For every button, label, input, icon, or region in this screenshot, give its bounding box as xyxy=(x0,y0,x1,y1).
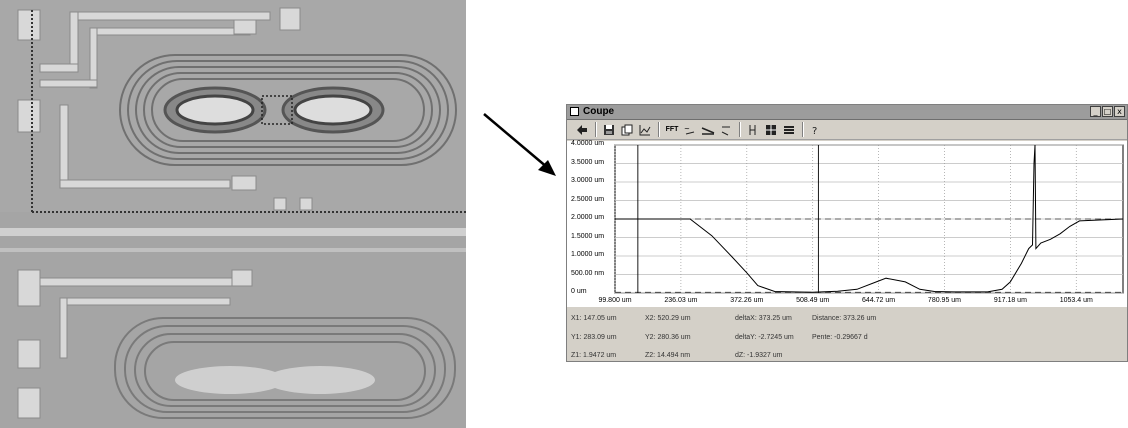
distance-readout: Distance: 373.26 um xyxy=(812,315,877,322)
y1-readout: Y1: 283.09 um xyxy=(571,334,617,341)
deltay-readout: deltaY: -2.7245 um xyxy=(735,334,794,341)
z2-readout: Z2: 14.494 nm xyxy=(645,352,691,359)
y-tick-label: 1.0000 um xyxy=(571,251,605,258)
toolbar-separator xyxy=(739,122,740,137)
maximize-button[interactable]: □ xyxy=(1102,106,1113,117)
x-tick-label: 644.72 um xyxy=(862,297,896,304)
window-title: Coupe xyxy=(583,106,615,117)
svg-text:~: ~ xyxy=(684,125,690,133)
svg-text:?: ? xyxy=(812,126,817,136)
x1-readout: X1: 147.05 um xyxy=(571,315,617,322)
close-button[interactable]: x xyxy=(1114,106,1125,117)
x-tick-label: 99.800 um xyxy=(598,297,632,304)
micrograph-drawing xyxy=(0,0,466,428)
x-tick-label: 780.95 um xyxy=(927,297,962,304)
x-tick-label: 917.18 um xyxy=(993,297,1027,304)
y-tick-label: 1.5000 um xyxy=(571,232,605,240)
filter-icon[interactable]: ~ xyxy=(683,122,697,138)
pointer-arrow xyxy=(483,113,556,176)
toolbar-separator xyxy=(658,122,659,137)
window-titlebar[interactable]: Coupe _ □ x xyxy=(567,105,1127,120)
z1-readout: Z1: 1.9472 um xyxy=(571,352,617,359)
y-tick-label: 3.5000 um xyxy=(571,158,605,166)
minimize-button[interactable]: _ xyxy=(1090,106,1101,117)
level-icon[interactable] xyxy=(719,122,733,138)
toolbar-separator xyxy=(595,122,596,137)
dz-readout: dZ: -1.9327 um xyxy=(735,352,783,359)
y-tick-label: 3.0000 um xyxy=(571,177,605,184)
x-tick-label: 508.49 um xyxy=(796,297,830,304)
grid-icon[interactable] xyxy=(764,122,778,138)
fft-button[interactable]: FFT xyxy=(665,122,679,138)
cursor-icon[interactable] xyxy=(746,122,760,138)
measurement-readout: X1: 147.05 um X2: 520.29 um deltaX: 373.… xyxy=(567,307,1127,361)
y2-readout: Y2: 280.36 um xyxy=(645,334,691,341)
graph-icon[interactable] xyxy=(638,122,652,138)
deltax-readout: deltaX: 373.25 um xyxy=(735,315,792,322)
window-icon xyxy=(570,107,579,116)
toolbar: FFT ~ ? xyxy=(567,120,1127,140)
lines-icon[interactable] xyxy=(782,122,796,138)
profile-plot[interactable]: 4.0000 um 3.5000 um 3.0000 um 2.5000 um 2.00… xyxy=(567,140,1127,307)
pente-readout: Pente: -0.29667 d xyxy=(812,334,868,341)
y-tick-label: 4.0000 um xyxy=(571,140,605,147)
toolbar-separator xyxy=(802,122,803,137)
y-tick-label: 2.0000 um xyxy=(571,214,605,221)
y-tick-label: 0 um xyxy=(571,288,587,295)
y-tick-label: 500.00 nm xyxy=(571,269,605,277)
x-tick-label: 372.26 um xyxy=(730,297,764,304)
x2-readout: X2: 520.29 um xyxy=(645,315,691,322)
x-tick-label: 236.03 um xyxy=(664,297,698,304)
coupe-window: Coupe _ □ x FFT ~ ? 4.0000 um 3.5000 um … xyxy=(566,104,1128,362)
micrograph-image xyxy=(0,0,466,428)
profile-chart xyxy=(614,144,1124,294)
copy-icon[interactable] xyxy=(620,122,634,138)
x-tick-label: 1053.4 um xyxy=(1059,297,1093,304)
export-icon[interactable] xyxy=(575,122,589,138)
help-icon[interactable]: ? xyxy=(809,122,823,138)
y-tick-label: 2.5000 um xyxy=(571,195,605,203)
slope-icon[interactable] xyxy=(701,122,715,138)
save-icon[interactable] xyxy=(602,122,616,138)
